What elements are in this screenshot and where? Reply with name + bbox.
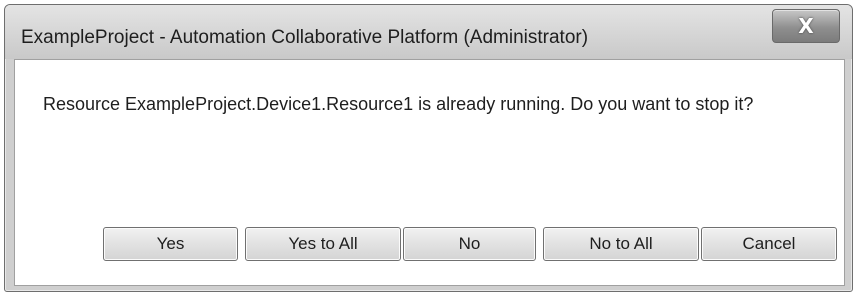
yes-button[interactable]: Yes (103, 227, 238, 261)
no-to-all-button[interactable]: No to All (543, 227, 699, 261)
dialog-window: ExampleProject - Automation Collaborativ… (4, 4, 853, 292)
title-bar[interactable]: ExampleProject - Automation Collaborativ… (5, 5, 852, 59)
yes-to-all-button[interactable]: Yes to All (245, 227, 401, 261)
dialog-body: Resource ExampleProject.Device1.Resource… (14, 59, 845, 286)
button-bar: Yes Yes to All No No to All Cancel (15, 220, 844, 270)
cancel-button[interactable]: Cancel (701, 227, 837, 261)
close-icon: X (798, 14, 814, 38)
no-button[interactable]: No (403, 227, 536, 261)
close-button[interactable]: X (772, 9, 840, 43)
dialog-message: Resource ExampleProject.Device1.Resource… (43, 94, 754, 114)
window-title: ExampleProject - Automation Collaborativ… (21, 27, 589, 48)
